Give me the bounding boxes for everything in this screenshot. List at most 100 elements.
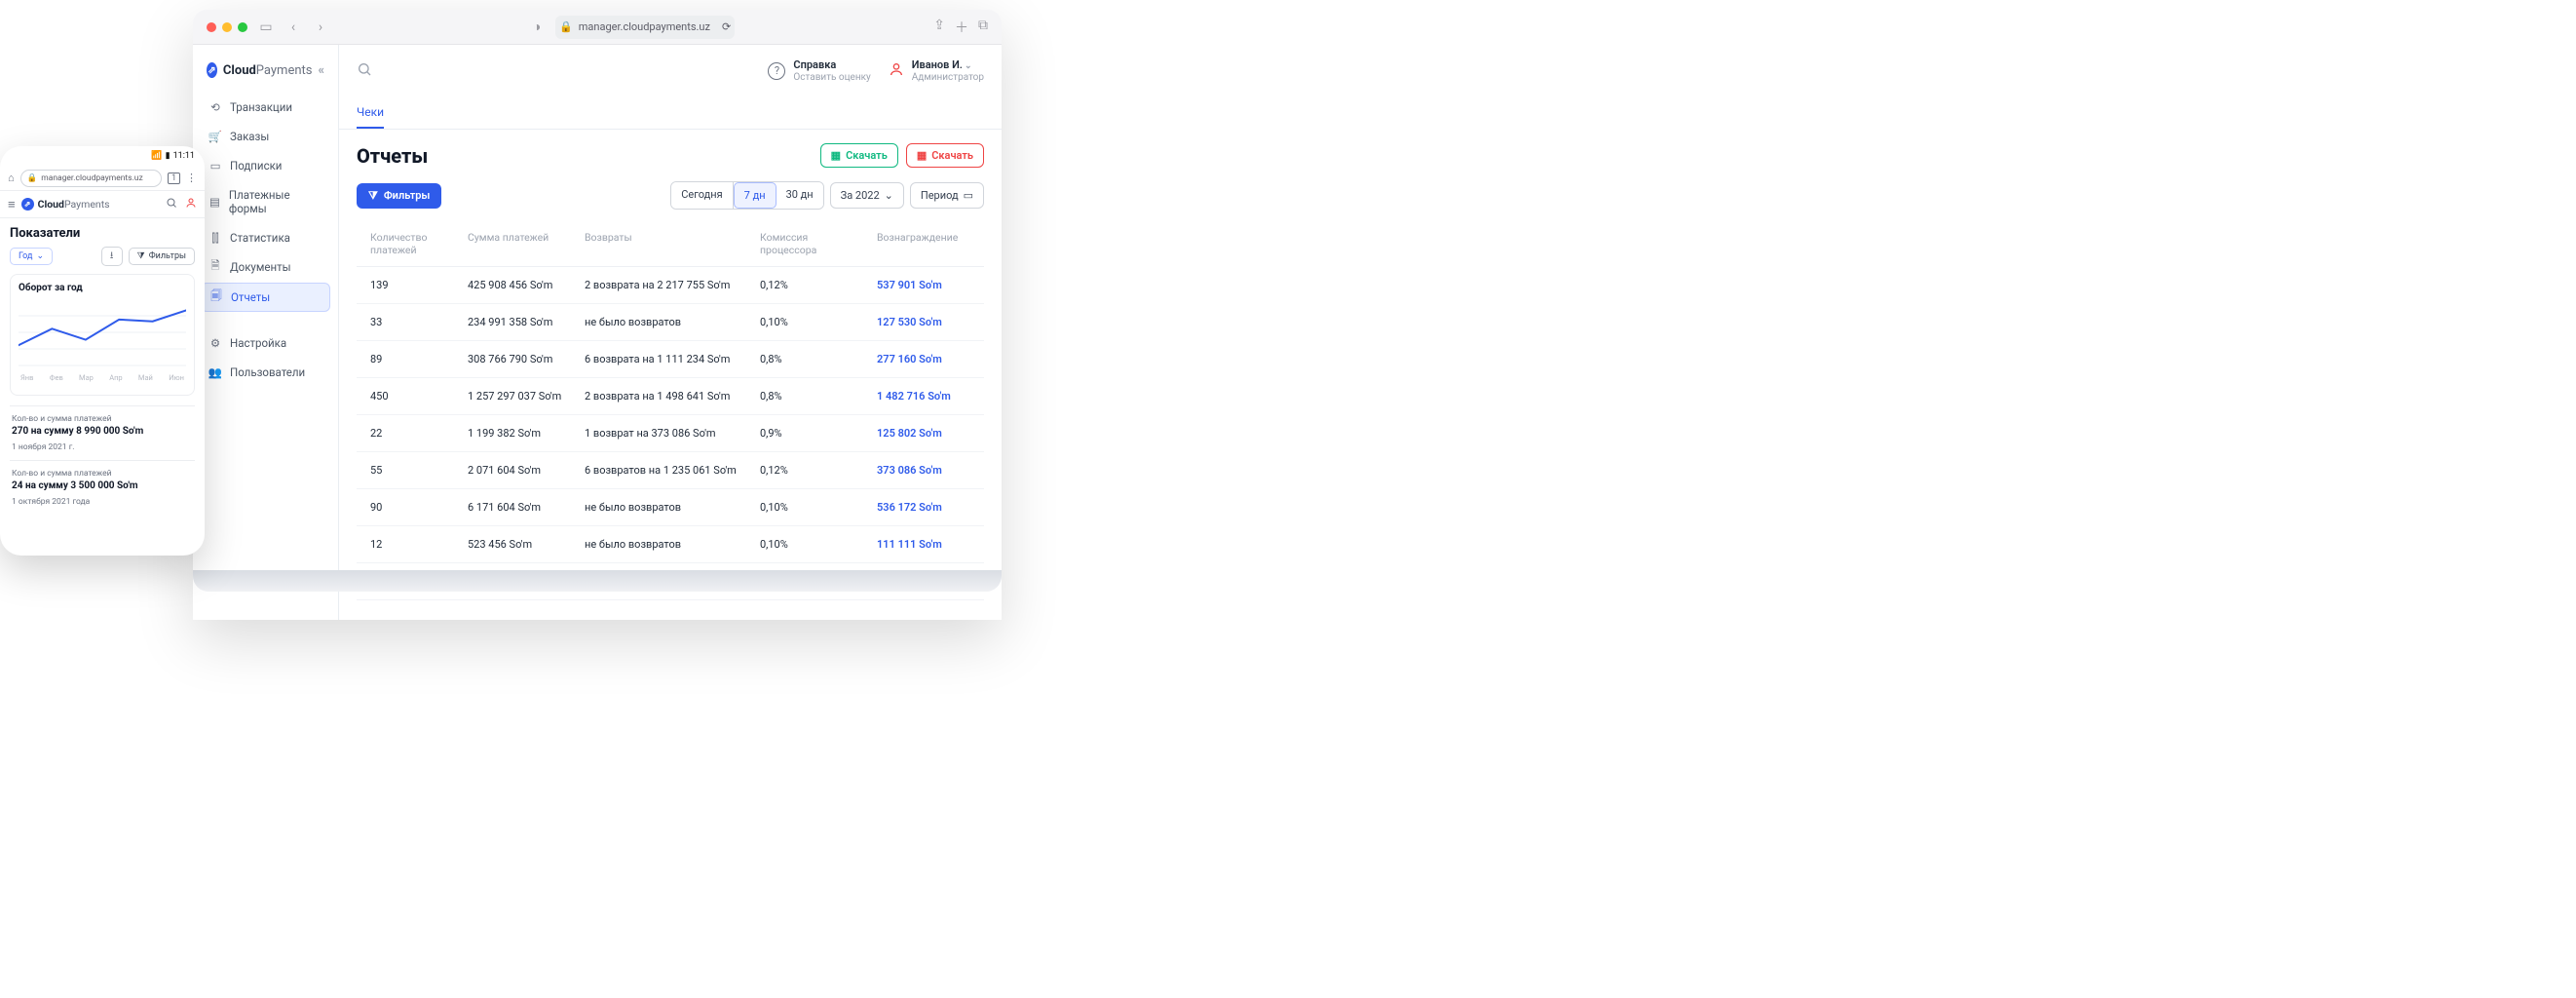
- close-window-icon[interactable]: [207, 22, 216, 32]
- table-row[interactable]: 221 199 382 So'm1 возврат на 373 086 So'…: [357, 415, 984, 452]
- back-icon[interactable]: ‹: [284, 19, 302, 36]
- cell-reward[interactable]: 277 160 So'm: [877, 353, 970, 365]
- share-icon[interactable]: ⇪: [933, 18, 945, 37]
- year-label: За 2022: [841, 189, 880, 202]
- cell-reward[interactable]: 1 482 716 So'm: [877, 390, 970, 403]
- table-row[interactable]: 552 071 604 So'm6 возвратов на 1 235 061…: [357, 452, 984, 489]
- minimize-window-icon[interactable]: [222, 22, 232, 32]
- shield-icon[interactable]: ◑: [528, 19, 546, 36]
- forward-icon[interactable]: ›: [312, 19, 329, 36]
- help-link[interactable]: ? Справка Оставить оценку: [768, 58, 870, 83]
- address-bar[interactable]: 🔒 manager.cloudpayments.uz ⟳: [555, 16, 735, 39]
- desktop-browser-window: ▭ ‹ › ◑ 🔒 manager.cloudpayments.uz ⟳ ⇪ ＋…: [193, 10, 1002, 620]
- browser-toolbar: ▭ ‹ › ◑ 🔒 manager.cloudpayments.uz ⟳ ⇪ ＋…: [193, 10, 1002, 45]
- brand-name-1: Cloud: [223, 63, 256, 78]
- lock-icon: 🔒: [559, 20, 573, 33]
- list-item-label: Кол-во и сумма платежей: [12, 414, 193, 424]
- cell-reward[interactable]: 111 111 So'm: [877, 538, 970, 551]
- cell-reward[interactable]: 127 530 So'm: [877, 316, 970, 328]
- turnover-chart: ЯнвФевМарАпрМайИюн: [19, 299, 186, 387]
- table-row[interactable]: 139425 908 456 So'm2 возврата на 2 217 7…: [357, 267, 984, 304]
- maximize-window-icon[interactable]: [238, 22, 247, 32]
- user-icon[interactable]: [185, 197, 197, 211]
- refresh-icon: ⟲: [208, 100, 222, 114]
- cell-reward[interactable]: 125 802 So'm: [877, 427, 970, 440]
- download-pdf-button[interactable]: ▦Скачать: [906, 143, 984, 168]
- search-icon[interactable]: [166, 197, 177, 211]
- new-tab-icon[interactable]: ＋: [955, 18, 968, 37]
- table-row[interactable]: 12523 456 So'mне было возвратов0,10%111 …: [357, 526, 984, 563]
- window-controls[interactable]: [207, 22, 247, 32]
- sidebar-item-transactions[interactable]: ⟲Транзакции: [201, 94, 330, 121]
- phone-status-bar: 📶 ▮ 11:11: [0, 146, 205, 166]
- tab-strip: Чеки: [339, 97, 1002, 130]
- col-commission: Комиссия процессора: [760, 231, 867, 256]
- tab-receipts[interactable]: Чеки: [357, 97, 384, 129]
- menu-icon[interactable]: ≡: [8, 197, 16, 212]
- logo-mark-icon: ⇗: [207, 62, 217, 78]
- bars-icon: ⫿⫿: [208, 231, 222, 245]
- brand-logo[interactable]: ⇗ CloudPayments «: [201, 55, 330, 92]
- home-icon[interactable]: ⌂: [8, 172, 15, 184]
- sidebar-item-orders[interactable]: 🛒Заказы: [201, 123, 330, 150]
- document-icon: 🗎: [208, 260, 222, 274]
- sidebar-item-statistics[interactable]: ⫿⫿ Статистика: [201, 224, 330, 251]
- col-reward: Вознаграждение: [877, 231, 970, 256]
- user-menu[interactable]: Иванов И.⌄ Администратор: [889, 58, 984, 84]
- cell-refunds: 2 возврата на 1 498 641 So'm: [585, 390, 750, 403]
- range-year-select[interactable]: За 2022⌄: [830, 182, 904, 209]
- filters-button[interactable]: ⧩Фильтры: [357, 183, 441, 209]
- chevron-down-icon: ⌄: [36, 251, 44, 261]
- cell-sum: 234 991 358 So'm: [468, 316, 575, 328]
- cell-refunds: не было возвратов: [585, 316, 750, 328]
- status-time: 11:11: [173, 151, 195, 161]
- list-item[interactable]: Кол-во и сумма платежей24 на сумму 3 500…: [10, 460, 195, 515]
- cell-reward[interactable]: 536 172 So'm: [877, 501, 970, 514]
- range-period-button[interactable]: Период▭: [910, 182, 984, 209]
- brand-name-2: Payments: [256, 63, 313, 78]
- download-xls-button[interactable]: ▦Скачать: [820, 143, 898, 168]
- list-item[interactable]: Кол-во и сумма платежей270 на сумму 8 99…: [10, 405, 195, 460]
- sidebar-item-payment-forms[interactable]: ▤Платежные формы: [201, 181, 330, 222]
- sidebar-item-reports[interactable]: 🗐Отчеты: [201, 283, 330, 312]
- cell-refunds: 6 возврата на 1 111 234 So'm: [585, 353, 750, 365]
- more-icon[interactable]: ⋮: [186, 172, 197, 184]
- phone-url-text: manager.cloudpayments.uz: [41, 173, 142, 183]
- tabs-icon[interactable]: ⧉: [978, 18, 988, 37]
- sidebar-item-users[interactable]: 👥Пользователи: [201, 359, 330, 386]
- range-today[interactable]: Сегодня: [671, 182, 733, 209]
- phone-download-button[interactable]: ⭳: [101, 247, 123, 266]
- range-7d[interactable]: 7 дн: [734, 182, 777, 209]
- reload-icon[interactable]: ⟳: [722, 20, 731, 33]
- sidebar-item-settings[interactable]: ⚙Настройка: [201, 329, 330, 357]
- chevron-down-icon: ⌄: [965, 61, 972, 71]
- phone-brand[interactable]: ⇗ CloudPayments: [21, 198, 110, 211]
- collapse-sidebar-icon[interactable]: «: [319, 63, 325, 78]
- download-icon: ⭳: [110, 249, 114, 265]
- phone-filters-button[interactable]: ⧩Фильтры: [129, 248, 195, 265]
- sidebar-item-subscriptions[interactable]: ▭Подписки: [201, 152, 330, 179]
- range-30d[interactable]: 30 дн: [777, 182, 823, 209]
- col-count: Количество платежей: [370, 231, 458, 256]
- calendar-icon: ▭: [964, 189, 973, 202]
- logo-mark-icon: ⇗: [21, 198, 34, 211]
- cell-sum: 1 257 297 037 So'm: [468, 390, 575, 403]
- tabs-count-icon[interactable]: 1: [168, 173, 180, 184]
- sidebar-item-documents[interactable]: 🗎Документы: [201, 253, 330, 281]
- question-icon: ?: [768, 62, 785, 80]
- table-row[interactable]: 89308 766 790 So'm6 возврата на 1 111 23…: [357, 341, 984, 378]
- search-icon[interactable]: [357, 61, 372, 81]
- table-row[interactable]: 33234 991 358 So'mне было возвратов0,10%…: [357, 304, 984, 341]
- table-row[interactable]: 906 171 604 So'mне было возвратов0,10%53…: [357, 489, 984, 526]
- user-icon: [889, 61, 904, 81]
- phone-year-select[interactable]: Год⌄: [10, 248, 53, 265]
- report-icon: 🗐: [209, 290, 223, 304]
- table-row[interactable]: 4501 257 297 037 So'm2 возврата на 1 498…: [357, 378, 984, 415]
- sidebar-item-label: Статистика: [230, 231, 290, 245]
- phone-address-bar[interactable]: 🔒 manager.cloudpayments.uz: [20, 170, 162, 187]
- cell-reward[interactable]: 373 086 So'm: [877, 464, 970, 477]
- cell-count: 90: [370, 501, 458, 514]
- cell-reward[interactable]: 537 901 So'm: [877, 279, 970, 291]
- user-name: Иванов И.: [912, 58, 963, 71]
- sidebar-toggle-icon[interactable]: ▭: [257, 19, 275, 36]
